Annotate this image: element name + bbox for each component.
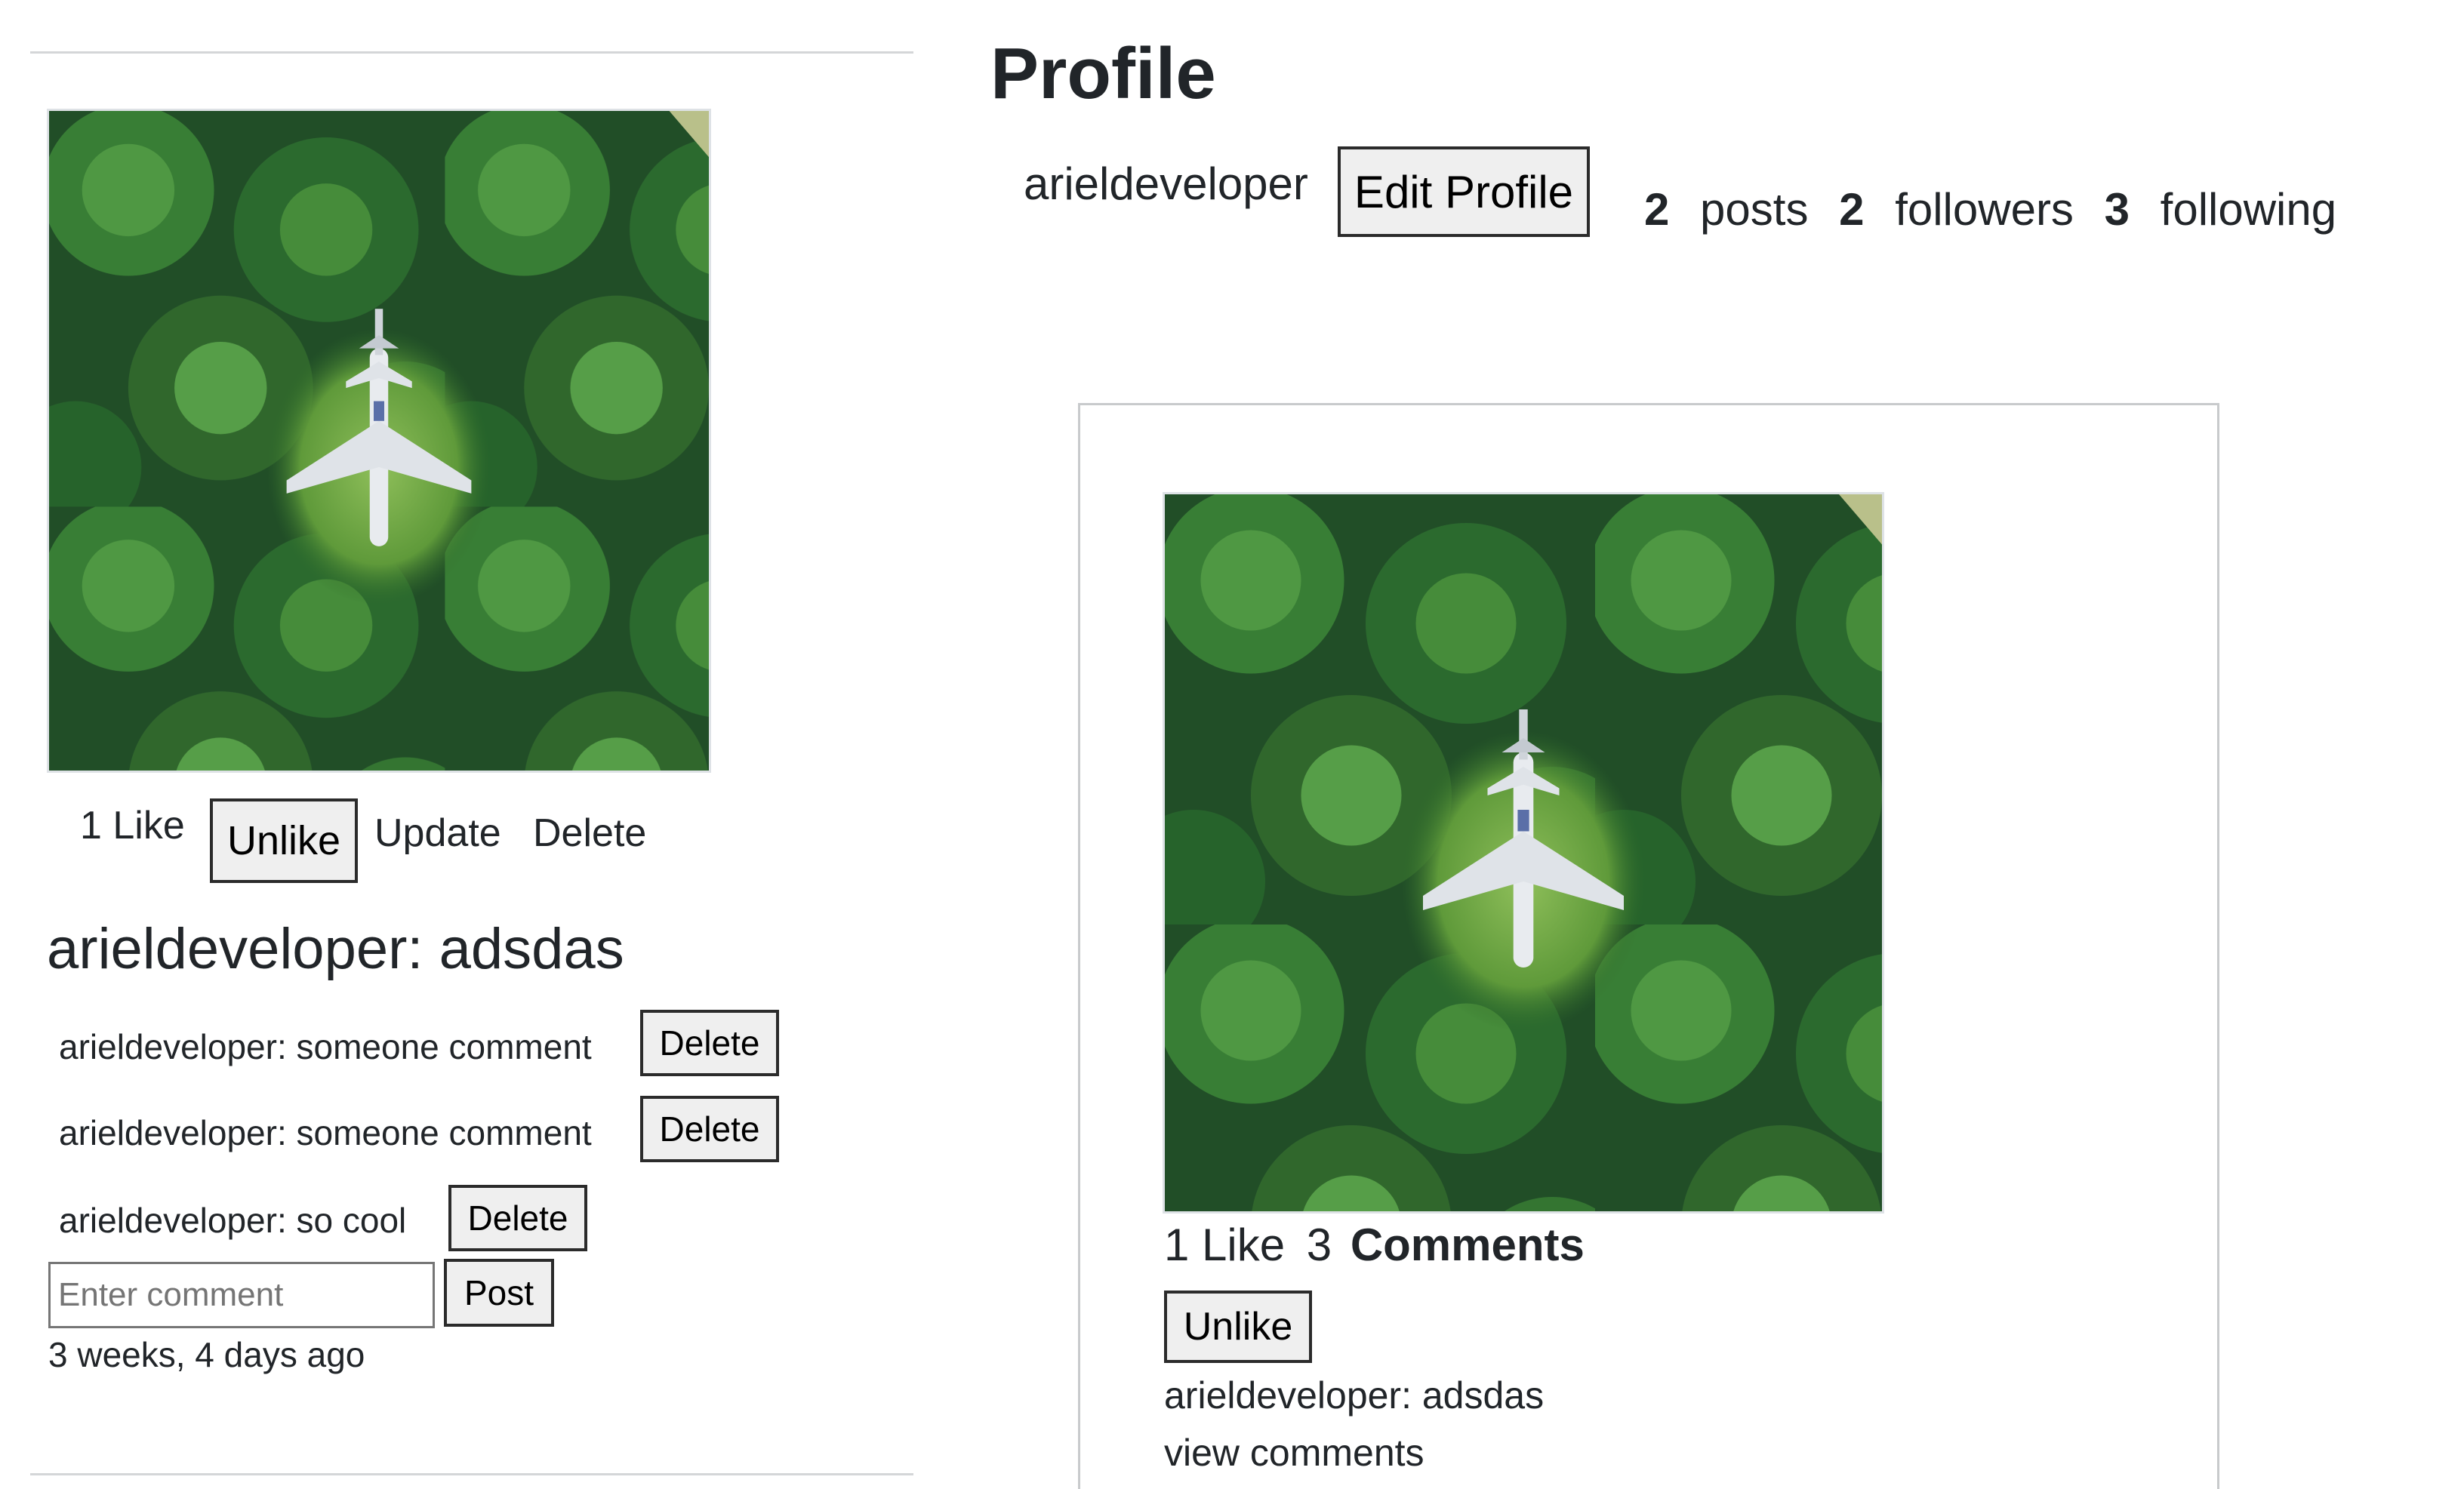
post-photo: [47, 109, 711, 773]
following-label: following: [2160, 184, 2337, 235]
post-card-photo[interactable]: [1163, 492, 1884, 1214]
post-caption: arieldeveloper: adsdas: [47, 917, 624, 981]
posts-label: posts: [1700, 184, 1809, 235]
post-card-stats: 1 Like 3 Comments: [1164, 1223, 1585, 1268]
post-card-unlike-button[interactable]: Unlike: [1164, 1291, 1312, 1363]
page-title: Profile: [990, 33, 1216, 114]
followers-count: 2: [1839, 184, 1865, 235]
posts-count: 2: [1644, 184, 1670, 235]
like-count: 1 Like: [80, 804, 185, 848]
followers-label: followers: [1895, 184, 2074, 235]
delete-post-link[interactable]: Delete: [533, 814, 646, 853]
update-link[interactable]: Update: [374, 814, 501, 853]
bottom-divider: [30, 1473, 913, 1475]
delete-comment-button[interactable]: Delete: [640, 1096, 779, 1162]
post-comment-button[interactable]: Post: [444, 1259, 554, 1327]
airplane-in-forest-photo-icon: [49, 111, 709, 771]
delete-comment-button[interactable]: Delete: [640, 1010, 779, 1076]
comment-text: arieldeveloper: someone comment: [59, 1027, 592, 1066]
delete-comment-button[interactable]: Delete: [448, 1185, 587, 1251]
post-card-comment-count: 3: [1306, 1220, 1332, 1270]
post-card-likes: 1 Like: [1164, 1220, 1286, 1270]
post-card-comments-label: Comments: [1350, 1220, 1585, 1270]
top-divider: [30, 51, 913, 54]
unlike-button[interactable]: Unlike: [210, 798, 358, 883]
airplane-in-forest-photo-icon: [1165, 494, 1882, 1211]
following-count: 3: [2104, 184, 2130, 235]
profile-stats: 2 posts 2 followers 3 following: [1644, 187, 2336, 232]
profile-username: arieldeveloper: [1024, 158, 1308, 209]
view-comments-link[interactable]: view comments: [1164, 1434, 1424, 1472]
comment-text: arieldeveloper: so cool: [59, 1201, 407, 1240]
comment-text: arieldeveloper: someone comment: [59, 1113, 592, 1152]
post-timestamp: 3 weeks, 4 days ago: [48, 1335, 365, 1374]
comment-input[interactable]: [48, 1262, 435, 1328]
edit-profile-button[interactable]: Edit Profile: [1338, 146, 1590, 237]
post-card-caption: arieldeveloper: adsdas: [1164, 1374, 1545, 1417]
